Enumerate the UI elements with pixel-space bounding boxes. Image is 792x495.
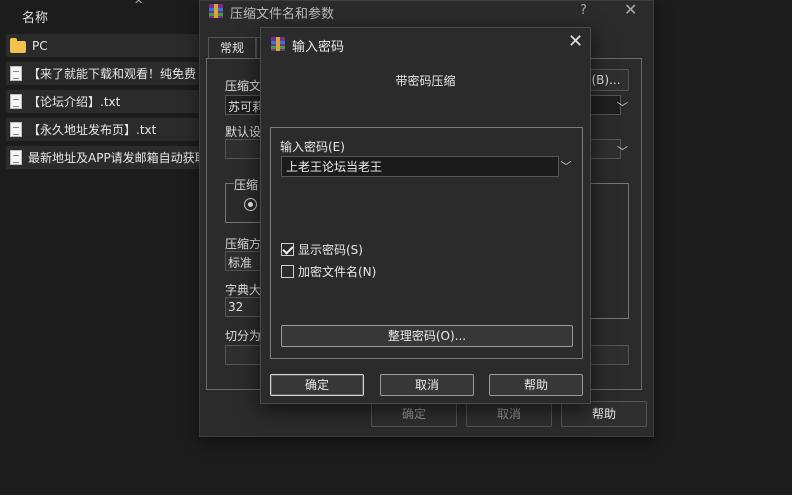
file-name: 【永久地址发布页】.txt [28,123,157,137]
text-file-icon [10,94,22,109]
archive-format-group: 压缩 [225,176,265,223]
show-password-label: 显示密码(S) [298,243,363,257]
checkbox-checked[interactable] [281,243,294,256]
chevron-down-icon[interactable]: ﹀ [617,99,628,115]
archive-name-value: 苏可莉 [228,100,265,114]
format-radio[interactable] [244,198,257,211]
folder-icon [10,37,26,53]
list-item[interactable]: 【永久地址发布页】.txt [6,118,200,141]
password-dialog-titlebar[interactable]: 输入密码 ✕ [261,28,590,58]
archive-cancel-button[interactable]: 取消 [466,401,552,427]
split-volume-input[interactable] [225,345,265,365]
show-password-checkbox[interactable]: 显示密码(S) [281,241,363,258]
close-icon[interactable]: ✕ [624,0,637,19]
winrar-logo-icon [209,4,223,18]
sort-ascending-icon: ^ [134,0,144,11]
password-dialog-title: 输入密码 [292,40,345,55]
dictionary-size-label: 字典大 [225,283,262,297]
list-item[interactable]: 【论坛介绍】.txt [6,90,200,113]
archive-dialog-title: 压缩文件名和参数 [230,7,335,22]
archive-name-label: 压缩文 [225,79,262,93]
password-dialog: 输入密码 ✕ 带密码压缩 输入密码(E) ﹀ 显示密码(S) 加密文件名(N) … [260,27,591,404]
dialog-heading: 带密码压缩 [395,74,456,88]
archive-dialog-titlebar[interactable]: 压缩文件名和参数 ? ✕ [200,0,653,23]
file-name: 【论坛介绍】.txt [28,95,121,109]
archive-format-label: 压缩 [234,176,261,193]
chevron-down-icon[interactable]: ﹀ [617,143,628,159]
password-label: 输入密码(E) [280,140,345,154]
list-item[interactable]: 【来了就能下载和观看！纯免费 [6,62,200,85]
archive-help-button[interactable]: 帮助 [561,401,647,427]
file-name: 最新地址及APP请发邮箱自动获取 [28,151,200,165]
tab-general[interactable]: 常规 [208,37,256,59]
encrypt-filenames-checkbox[interactable]: 加密文件名(N) [281,263,376,280]
ok-button[interactable]: 确定 [270,374,364,396]
password-input[interactable] [281,156,559,177]
file-name: PC [32,38,48,53]
text-file-icon [10,150,22,165]
help-button[interactable]: 帮助 [489,374,583,396]
list-item[interactable]: 最新地址及APP请发邮箱自动获取 [6,146,200,169]
dictionary-size-select[interactable]: 32 [225,297,265,317]
checkbox-unchecked[interactable] [281,265,294,278]
password-group: 输入密码(E) ﹀ 显示密码(S) 加密文件名(N) 整理密码(O)... [270,127,583,359]
dictionary-size-value: 32 [228,300,244,314]
compression-method-value: 标准 [228,256,253,270]
compression-method-label: 压缩方 [225,237,262,251]
compression-method-select[interactable]: 标准 [225,251,265,271]
split-volume-label: 切分为 [225,329,262,343]
cancel-button[interactable]: 取消 [380,374,474,396]
encrypt-filenames-label: 加密文件名(N) [298,265,377,279]
text-file-icon [10,66,22,81]
archive-ok-button[interactable]: 确定 [371,401,457,427]
close-icon[interactable]: ✕ [568,31,583,52]
winrar-logo-icon [271,37,285,51]
file-name: 【来了就能下载和观看！纯免费 [28,67,197,81]
chevron-down-icon[interactable]: ﹀ [557,156,575,177]
organize-passwords-button[interactable]: 整理密码(O)... [281,325,573,347]
help-icon[interactable]: ? [580,3,587,18]
text-file-icon [10,122,22,137]
name-column-header[interactable]: 名称 ^ [0,0,200,30]
default-profile-label: 默认设 [225,125,262,139]
list-item[interactable]: PC [6,34,200,57]
name-column-label: 名称 [22,11,49,26]
